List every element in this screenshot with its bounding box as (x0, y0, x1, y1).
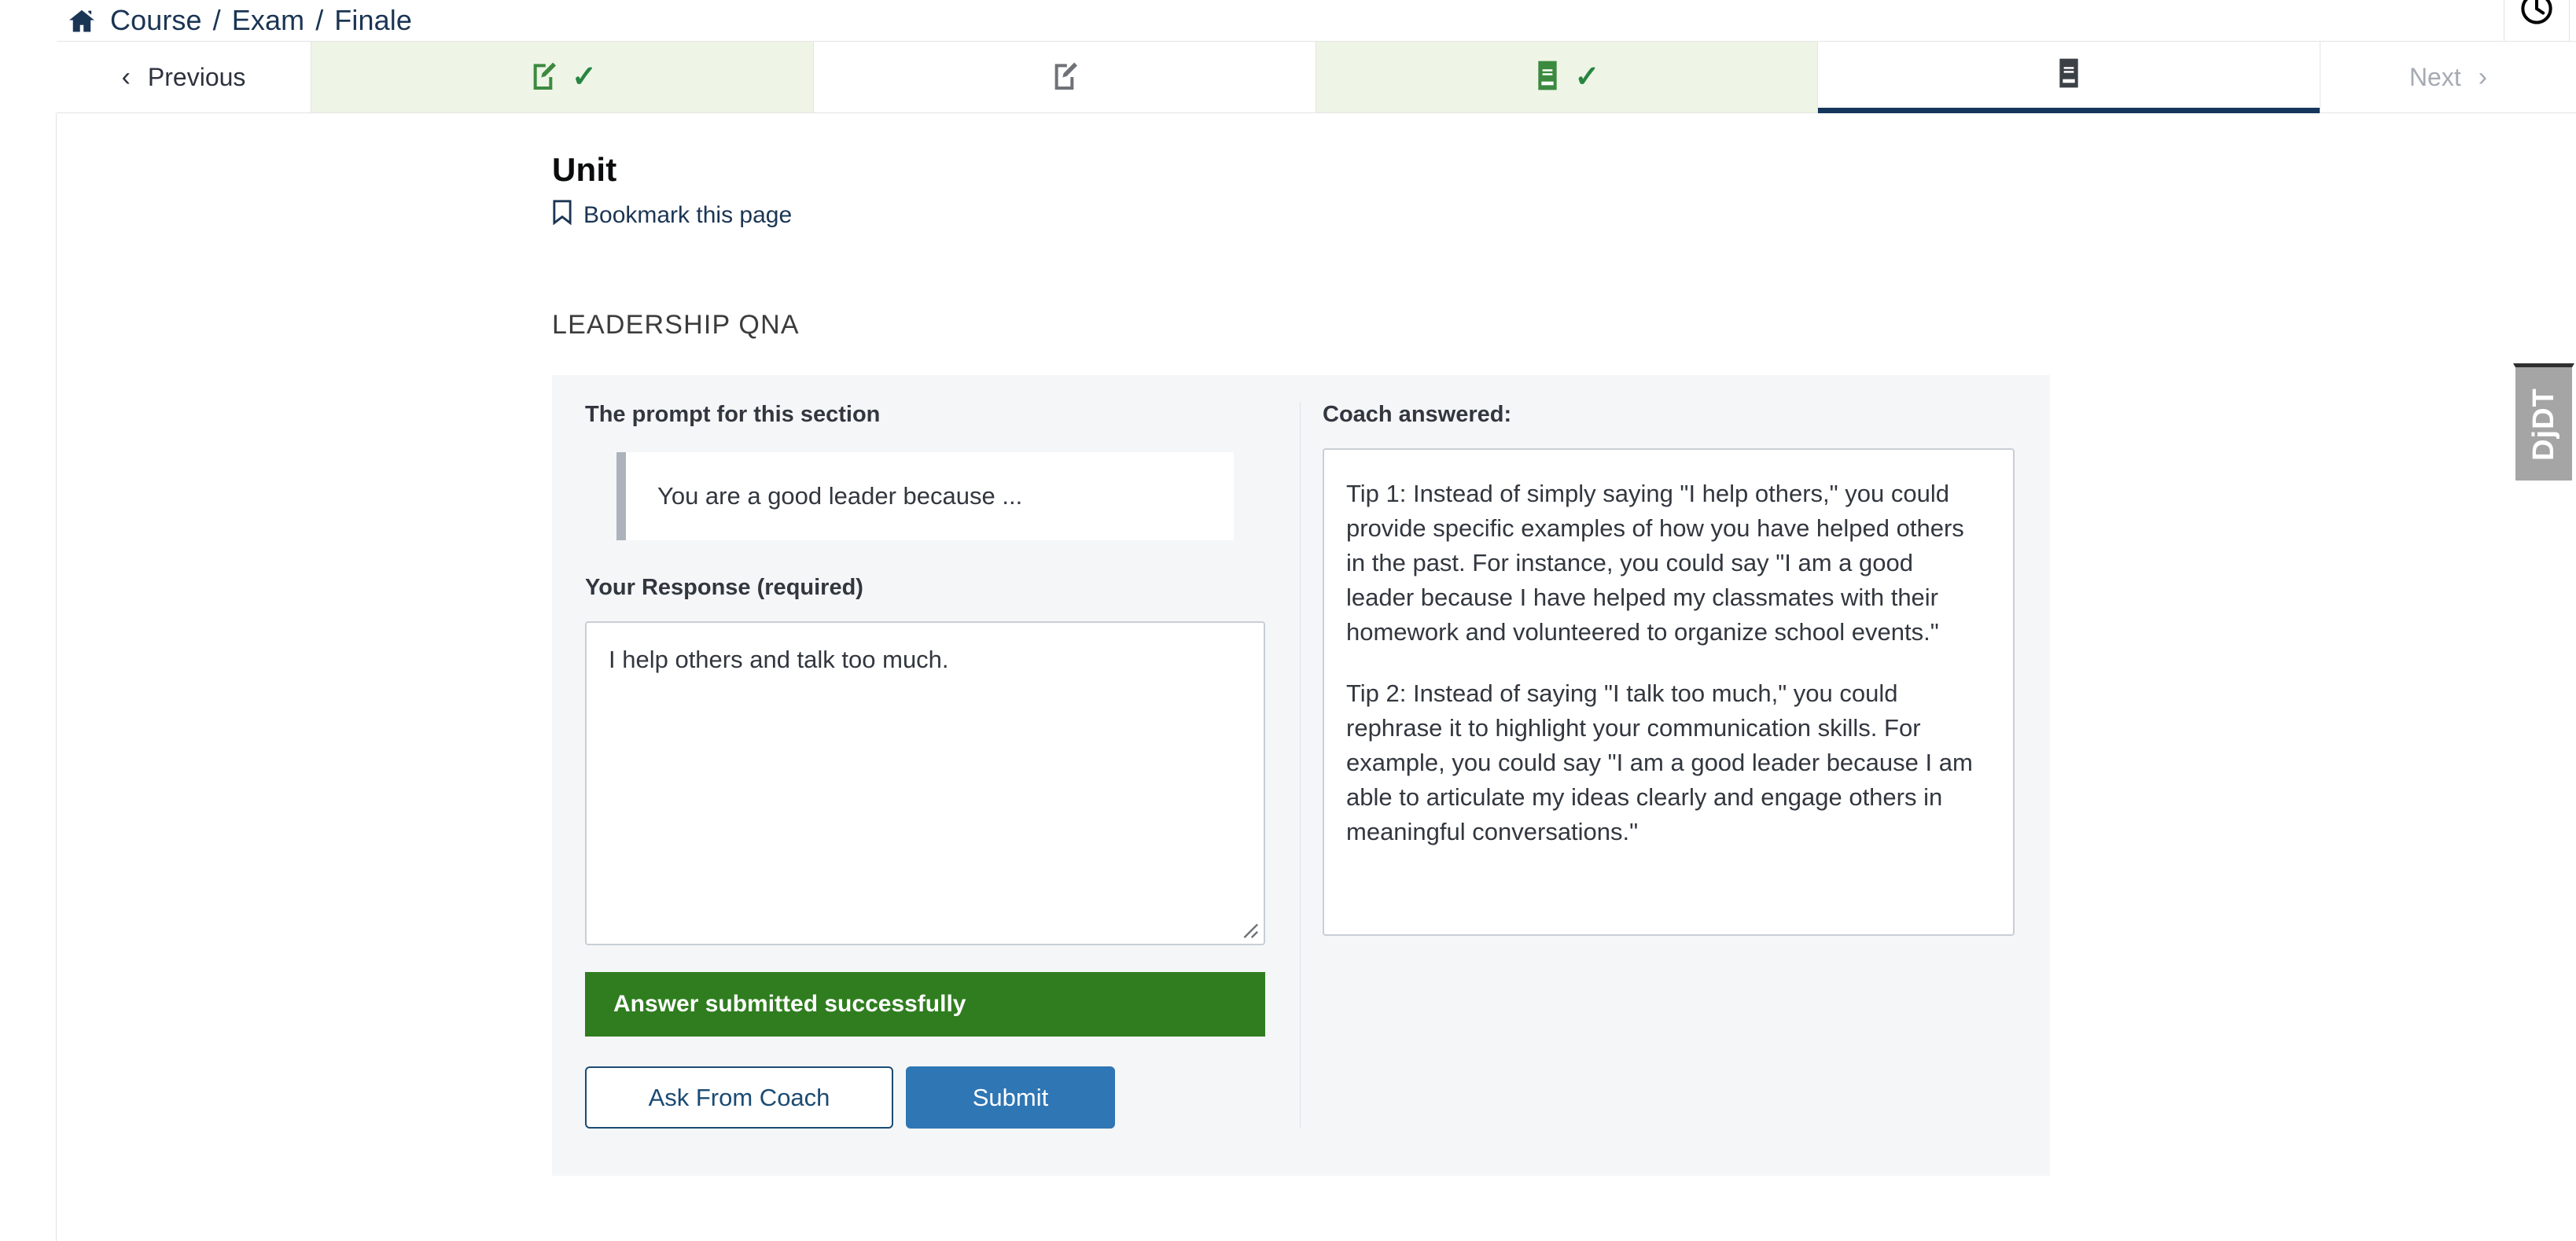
sequence-tab-problem-1[interactable]: ✓ (311, 42, 814, 113)
breadcrumb-item-course[interactable]: Course (110, 4, 202, 37)
response-label: Your Response (required) (585, 575, 863, 600)
prompt-label: The prompt for this section (585, 402, 881, 427)
sequence-tab-reading-2[interactable] (1818, 42, 2320, 113)
sequence-tab-list: ✓ ✓ (311, 42, 2320, 113)
edit-square-icon (528, 60, 559, 95)
django-debug-toolbar-label: DjDT (2526, 387, 2560, 461)
coach-tip-1: Tip 1: Instead of simply saying "I help … (1346, 480, 1964, 646)
qna-panel: The prompt for this section You are a go… (552, 375, 2050, 1176)
breadcrumb-item-finale[interactable]: Finale (334, 4, 412, 37)
top-bar: Course / Exam / Finale (0, 0, 2576, 44)
book-icon (2055, 57, 2083, 93)
tab-complete-check-icon: ✓ (571, 61, 597, 94)
breadcrumb-separator: / (212, 4, 221, 36)
chevron-right-icon: › (2478, 62, 2488, 92)
status-badge: Answer submitted successfully (585, 972, 1265, 1037)
bookmark-page-label: Bookmark this page (583, 202, 793, 228)
unit-content: Unit Bookmark this page LEADERSHIP QNA T… (57, 113, 2576, 1241)
previous-button[interactable]: ‹ Previous (57, 42, 311, 113)
edit-square-icon (1049, 60, 1080, 95)
section-title: LEADERSHIP QNA (552, 310, 800, 340)
page-body: Unit Bookmark this page LEADERSHIP QNA T… (0, 113, 2576, 1241)
chevron-left-icon: ‹ (121, 62, 131, 92)
response-field-wrapper (585, 621, 1265, 945)
coach-answer-box: Tip 1: Instead of simply saying "I help … (1323, 448, 2015, 936)
unit-navigation-bar: ‹ Previous ✓ ✓ Next › (57, 41, 2576, 113)
submit-button[interactable]: Submit (906, 1066, 1115, 1129)
coach-tip-2: Tip 2: Instead of saying "I talk too muc… (1346, 679, 1973, 846)
qna-action-buttons: Ask From Coach Submit (585, 1066, 1265, 1129)
response-input[interactable] (585, 621, 1265, 945)
home-icon[interactable] (68, 7, 96, 35)
breadcrumb-item-exam[interactable]: Exam (232, 4, 304, 37)
breadcrumb-separator: / (315, 4, 324, 36)
page-title: Unit (552, 151, 617, 188)
qna-response-column: The prompt for this section You are a go… (552, 402, 1301, 1129)
coach-answer-label: Coach answered: (1323, 402, 1512, 427)
bookmark-icon (552, 200, 572, 231)
qna-coach-column: Coach answered: Tip 1: Instead of simply… (1301, 402, 2049, 1129)
next-button[interactable]: Next › (2320, 42, 2576, 113)
breadcrumb: Course / Exam / Finale (68, 4, 412, 37)
previous-button-label: Previous (147, 62, 246, 91)
prompt-text: You are a good leader because ... (616, 452, 1234, 540)
sequence-tab-problem-2[interactable] (813, 42, 1316, 113)
ask-from-coach-button[interactable]: Ask From Coach (585, 1066, 893, 1129)
next-button-label: Next (2409, 62, 2461, 91)
django-debug-toolbar-handle[interactable]: DjDT (2513, 363, 2574, 483)
book-icon (1533, 60, 1562, 95)
left-rail (0, 113, 57, 1241)
clock-icon (2519, 0, 2555, 31)
sequence-tab-reading-1[interactable]: ✓ (1316, 42, 1819, 113)
tab-complete-check-icon: ✓ (1574, 61, 1600, 94)
bookmark-page-link[interactable]: Bookmark this page (552, 200, 792, 231)
clock-button[interactable] (2504, 0, 2570, 44)
